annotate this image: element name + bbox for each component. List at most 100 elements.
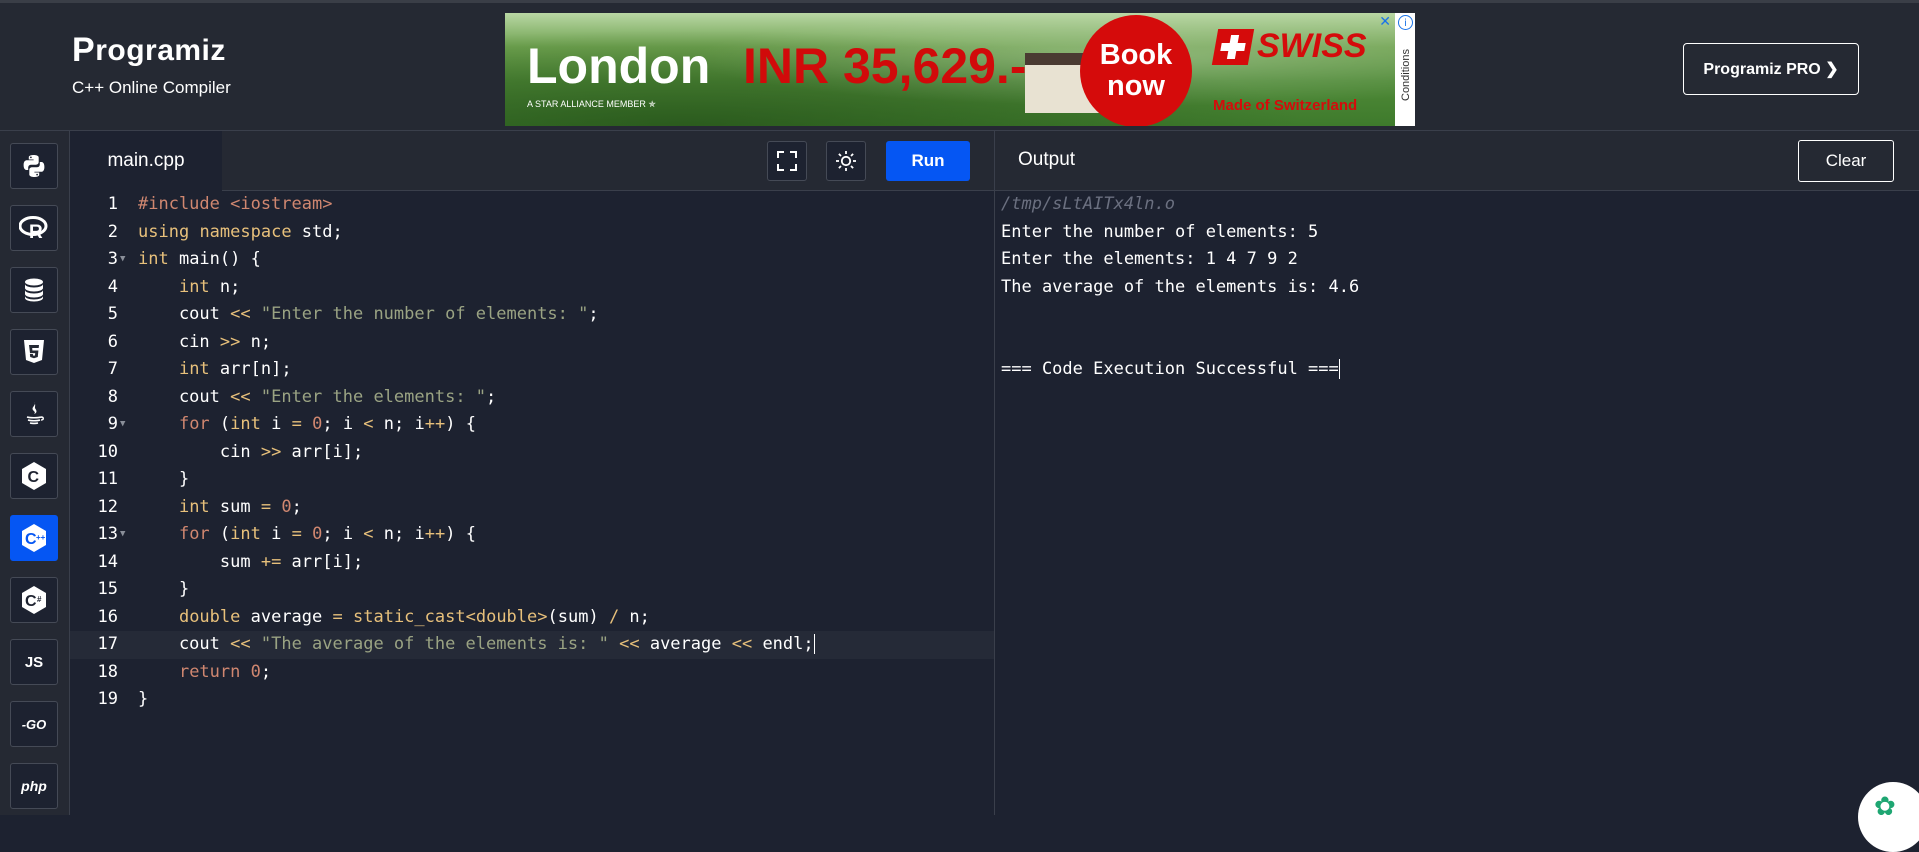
ad-book-now-button[interactable]: Book now [1080,15,1192,126]
fold-arrow-icon[interactable]: ▼ [120,246,125,274]
code-text[interactable]: return 0; [138,659,271,687]
code-text[interactable]: cout << "The average of the elements is:… [138,631,815,659]
brand[interactable]: Programiz C++ Online Compiler [72,31,231,98]
line-number: 6 [107,331,118,352]
code-line[interactable]: 15 } [70,576,994,604]
code-text[interactable]: } [138,466,189,494]
code-text[interactable]: using namespace std; [138,219,343,247]
code-text[interactable]: cout << "Enter the number of elements: "… [138,301,599,329]
code-line[interactable]: 8 cout << "Enter the elements: "; [70,384,994,412]
cpp-icon[interactable]: C ++ [10,515,58,561]
logo-text: rogramiz [95,33,226,67]
fullscreen-button[interactable] [767,141,807,181]
ad-city: London [527,38,711,94]
clear-button[interactable]: Clear [1798,140,1894,182]
code-line[interactable]: 11 } [70,466,994,494]
output-binary-path: /tmp/sLtAITx4ln.o [1001,194,1175,214]
code-line[interactable]: 14 sum += arr[i]; [70,549,994,577]
text-cursor [1338,359,1340,379]
sun-icon [836,151,856,171]
programiz-logo[interactable]: Programiz [72,31,231,70]
ad-tagline: Made of Switzerland [1213,97,1358,114]
code-line[interactable]: 4 int n; [70,274,994,302]
svg-text:C: C [25,593,37,610]
code-line[interactable]: 16 double average = static_cast<double>(… [70,604,994,632]
line-number: 3 [107,249,118,269]
chat-widget-button[interactable]: ✿ [1858,782,1919,852]
run-button[interactable]: Run [886,141,970,181]
code-line[interactable]: 18 return 0; [70,659,994,687]
code-line[interactable]: 10 cin >> arr[i]; [70,439,994,467]
advertisement-banner[interactable]: London INR 35,629.- A STAR ALLIANCE MEMB… [505,13,1415,126]
code-line-current[interactable]: 17 cout << "The average of the elements … [70,631,994,659]
html5-icon[interactable] [10,329,58,375]
line-number: 7 [107,359,118,379]
code-line[interactable]: 9 ▼ for (int i = 0; i < n; i++) { [70,411,994,439]
close-icon[interactable]: ✕ [1379,15,1391,29]
code-line[interactable]: 7 int arr[n]; [70,356,994,384]
code-text[interactable]: cout << "Enter the elements: "; [138,384,496,412]
code-text[interactable]: int arr[n]; [138,356,292,384]
code-text[interactable]: int main() { [138,246,261,274]
programiz-pro-button[interactable]: Programiz PRO ❯ [1683,43,1859,95]
fold-arrow-icon[interactable]: ▼ [120,411,125,439]
ad-alliance: A STAR ALLIANCE MEMBER ✯ [527,99,656,109]
code-line[interactable]: 13 ▼ for (int i = 0; i < n; i++) { [70,521,994,549]
php-label: php [21,778,47,794]
code-text[interactable]: for (int i = 0; i < n; i++) { [138,411,476,439]
code-text[interactable]: cin >> arr[i]; [138,439,363,467]
fold-arrow-icon[interactable]: ▼ [120,521,125,549]
code-line[interactable]: 12 int sum = 0; [70,494,994,522]
code-line[interactable]: 2 using namespace std; [70,219,994,247]
output-console[interactable]: /tmp/sLtAITx4ln.o Enter the number of el… [1001,191,1359,384]
code-text[interactable]: int sum = 0; [138,494,302,522]
js-icon[interactable]: JS [10,639,58,685]
ad-airline-logo: SWISS [1211,27,1367,66]
code-line[interactable]: 6 cin >> n; [70,329,994,357]
ad-airline-name: SWISS [1257,27,1367,65]
code-line[interactable]: 5 cout << "Enter the number of elements:… [70,301,994,329]
r-icon[interactable]: R [10,205,58,251]
database-icon[interactable] [10,267,58,313]
line-number: 19 [97,689,118,709]
code-text[interactable]: } [138,686,148,714]
csharp-icon[interactable]: C # [10,577,58,623]
tab-main-cpp[interactable]: main.cpp [70,131,222,191]
line-number: 14 [97,551,118,572]
code-text[interactable]: } [138,576,189,604]
java-icon[interactable] [10,391,58,437]
code-text[interactable]: #include <iostream> [138,191,332,219]
python-icon[interactable] [10,143,58,189]
line-number: 10 [97,441,118,462]
code-text[interactable]: sum += arr[i]; [138,549,363,577]
code-line[interactable]: 19} [70,686,994,714]
c-icon[interactable]: C [10,453,58,499]
line-number: 11 [97,469,118,489]
code-editor-panel: main.cpp Run 1 #include <iostream> 2 using… [70,131,995,815]
code-area[interactable]: 1 #include <iostream> 2 using namespace st… [70,191,994,714]
page-subtitle: C++ Online Compiler [72,78,231,97]
code-line[interactable]: 1 #include <iostream> [70,191,994,219]
line-number: 1 [107,194,118,214]
line-number: 13 [97,524,118,544]
ad-conditions[interactable]: Conditions [1400,40,1412,110]
info-icon[interactable]: i [1398,15,1413,30]
code-text[interactable]: cin >> n; [138,329,271,357]
theme-toggle-button[interactable] [826,141,866,181]
go-label: -GO [21,716,47,732]
line-number: 12 [97,496,118,517]
code-text[interactable]: for (int i = 0; i < n; i++) { [138,521,476,549]
code-line[interactable]: 3 ▼ int main() { [70,246,994,274]
output-toolbar: Output Clear [995,131,1919,191]
ad-price: INR 35,629.- [743,38,1027,94]
go-icon[interactable]: -GO [10,701,58,747]
line-number: 8 [107,386,118,407]
svg-text:++: ++ [36,533,46,542]
code-text[interactable]: double average = static_cast<double>(sum… [138,604,650,632]
line-number: 15 [97,579,118,599]
code-text[interactable]: int n; [138,274,240,302]
php-icon[interactable]: php [10,763,58,809]
line-number: 5 [107,304,118,324]
